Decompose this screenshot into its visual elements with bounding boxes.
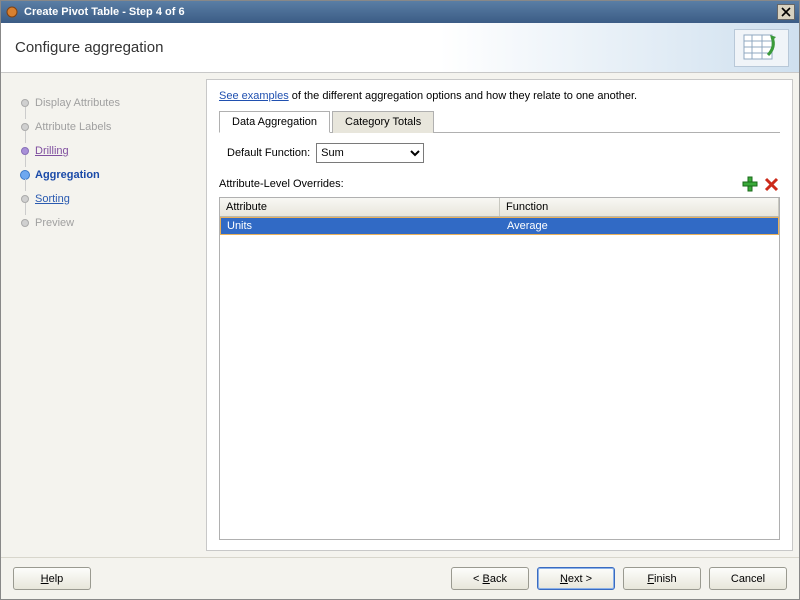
- step-aggregation[interactable]: Aggregation: [17, 163, 198, 187]
- finish-button[interactable]: Finish: [623, 567, 701, 590]
- step-dot-icon: [21, 147, 29, 155]
- table-row[interactable]: Units Average: [220, 217, 779, 235]
- content-panel: See examples of the different aggregatio…: [206, 79, 793, 551]
- help-rest: elp: [49, 573, 64, 585]
- overrides-label: Attribute-Level Overrides:: [219, 178, 738, 190]
- window-title: Create Pivot Table - Step 4 of 6: [24, 6, 777, 18]
- col-function[interactable]: Function: [500, 198, 779, 216]
- col-attribute[interactable]: Attribute: [220, 198, 500, 216]
- see-examples-link[interactable]: See examples: [219, 90, 289, 102]
- wizard-footer: Help < Back Next > Finish Cancel: [1, 557, 799, 599]
- intro-rest: of the different aggregation options and…: [289, 90, 637, 102]
- step-label: Aggregation: [35, 169, 100, 181]
- step-dot-icon: [21, 219, 29, 227]
- table-header: Attribute Function: [220, 198, 779, 217]
- default-function-select[interactable]: Sum: [316, 143, 424, 163]
- back-button[interactable]: < Back: [451, 567, 529, 590]
- tab-category-totals[interactable]: Category Totals: [332, 111, 434, 133]
- step-display-attributes: Display Attributes: [17, 91, 198, 115]
- step-dot-icon: [21, 99, 29, 107]
- close-button[interactable]: [777, 4, 795, 20]
- step-label: Preview: [35, 217, 74, 229]
- step-sidebar: Display Attributes Attribute Labels Dril…: [1, 73, 206, 557]
- step-attribute-labels: Attribute Labels: [17, 115, 198, 139]
- header-graphic: [734, 29, 789, 67]
- wizard-body: Display Attributes Attribute Labels Dril…: [1, 73, 799, 557]
- page-title: Configure aggregation: [15, 39, 163, 56]
- step-drilling[interactable]: Drilling: [17, 139, 198, 163]
- cancel-button[interactable]: Cancel: [709, 567, 787, 590]
- remove-override-button[interactable]: [762, 175, 780, 193]
- tab-data-aggregation[interactable]: Data Aggregation: [219, 111, 330, 133]
- tab-strip: Data Aggregation Category Totals: [219, 110, 780, 133]
- table-body: Units Average: [220, 217, 779, 539]
- step-sorting[interactable]: Sorting: [17, 187, 198, 211]
- step-dot-icon: [21, 123, 29, 131]
- step-preview: Preview: [17, 211, 198, 235]
- step-label: Display Attributes: [35, 97, 120, 109]
- intro-text: See examples of the different aggregatio…: [219, 90, 780, 102]
- step-dot-icon: [21, 195, 29, 203]
- step-label: Sorting: [35, 193, 70, 205]
- cell-attribute: Units: [221, 218, 501, 234]
- app-icon: [5, 5, 19, 19]
- add-override-button[interactable]: [741, 175, 759, 193]
- wizard-header: Configure aggregation: [1, 23, 799, 73]
- overrides-table: Attribute Function Units Average: [219, 197, 780, 540]
- step-label: Drilling: [35, 145, 69, 157]
- cell-function: Average: [501, 218, 778, 234]
- default-function-label: Default Function:: [227, 147, 310, 159]
- overrides-header: Attribute-Level Overrides:: [219, 175, 780, 193]
- step-label: Attribute Labels: [35, 121, 111, 133]
- wizard-window: Create Pivot Table - Step 4 of 6 Configu…: [0, 0, 800, 600]
- titlebar: Create Pivot Table - Step 4 of 6: [1, 1, 799, 23]
- next-button[interactable]: Next >: [537, 567, 615, 590]
- tabpane-data-aggregation: Default Function: Sum: [219, 133, 780, 169]
- help-button[interactable]: Help: [13, 567, 91, 590]
